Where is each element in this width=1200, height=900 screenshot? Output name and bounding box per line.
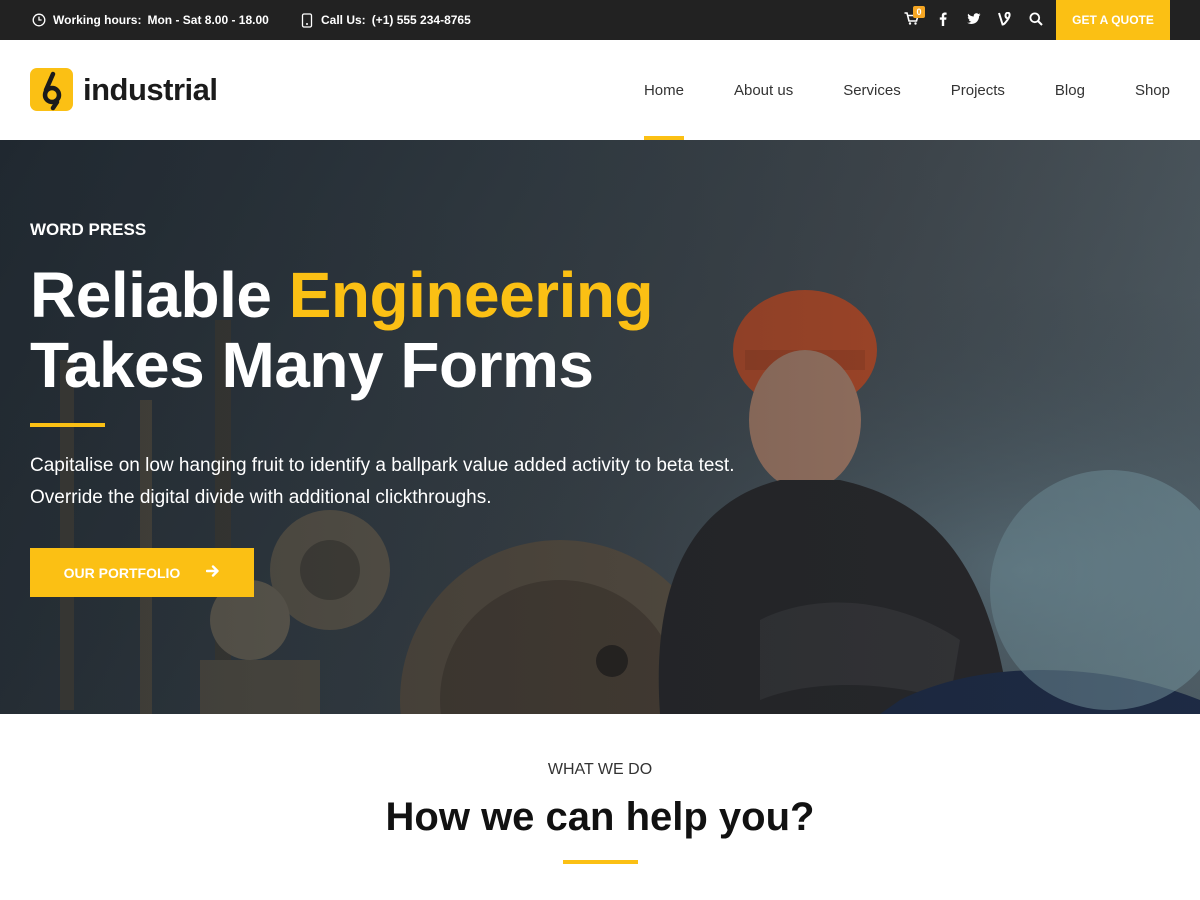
phone-icon xyxy=(299,12,315,28)
topbar-actions: 0 xyxy=(896,0,1051,40)
phone-number[interactable]: (+1) 555 234-8765 xyxy=(372,13,471,27)
call-us-label: Call Us: xyxy=(321,13,366,27)
facebook-icon xyxy=(939,12,947,29)
nav-item-services[interactable]: Services xyxy=(843,40,901,140)
our-portfolio-button[interactable]: OUR PORTFOLIO xyxy=(30,548,254,597)
nav-item-blog[interactable]: Blog xyxy=(1055,40,1085,140)
nav-item-shop[interactable]: Shop xyxy=(1135,40,1170,140)
twitter-icon xyxy=(966,12,981,28)
hero-overlay xyxy=(0,140,1200,714)
get-a-quote-button[interactable]: GET A QUOTE xyxy=(1056,0,1170,40)
hero-title: Reliable Engineering Takes Many Forms xyxy=(30,259,654,401)
main-nav: Home About us Services Projects Blog Sho… xyxy=(594,40,1170,140)
section-eyebrow: WHAT WE DO xyxy=(547,761,653,778)
hero-banner: WORD PRESS Reliable Engineering Takes Ma… xyxy=(0,140,1200,714)
clock-icon xyxy=(31,12,47,28)
logo-icon xyxy=(30,68,73,111)
site-header: industrial Home About us Services Projec… xyxy=(0,40,1200,140)
hero-divider xyxy=(30,423,105,427)
search-icon xyxy=(1029,12,1043,29)
working-hours-label: Working hours: xyxy=(53,13,142,27)
hero-description: Capitalise on low hanging fruit to ident… xyxy=(30,455,735,508)
section-divider xyxy=(563,860,638,864)
cart-count-badge: 0 xyxy=(913,6,925,18)
facebook-link[interactable] xyxy=(927,0,958,40)
vine-icon xyxy=(998,11,1011,29)
our-portfolio-label: OUR PORTFOLIO xyxy=(63,564,181,581)
call-us: Call Us: (+1) 555 234-8765 xyxy=(299,0,471,40)
search-button[interactable] xyxy=(1020,0,1051,40)
nav-item-about-us[interactable]: About us xyxy=(734,40,793,140)
top-bar: Working hours: Mon - Sat 8.00 - 18.00 Ca… xyxy=(0,0,1200,40)
logo-text: industrial xyxy=(83,71,218,107)
working-hours-value: Mon - Sat 8.00 - 18.00 xyxy=(147,13,269,27)
nav-item-projects[interactable]: Projects xyxy=(951,40,1005,140)
arrow-right-icon xyxy=(206,564,220,581)
vine-link[interactable] xyxy=(989,0,1020,40)
site-logo[interactable]: industrial xyxy=(30,68,218,111)
hero-title-line2: Takes Many Forms xyxy=(30,329,594,401)
twitter-link[interactable] xyxy=(958,0,989,40)
cart-button[interactable]: 0 xyxy=(896,0,927,40)
nav-item-home[interactable]: Home xyxy=(643,40,684,140)
section-title: How we can help you? xyxy=(385,795,815,839)
hero-title-accent: Engineering xyxy=(288,259,654,331)
hero-eyebrow: WORD PRESS xyxy=(30,220,147,239)
hero-title-part: Reliable xyxy=(30,259,289,331)
working-hours: Working hours: Mon - Sat 8.00 - 18.00 xyxy=(31,0,269,40)
